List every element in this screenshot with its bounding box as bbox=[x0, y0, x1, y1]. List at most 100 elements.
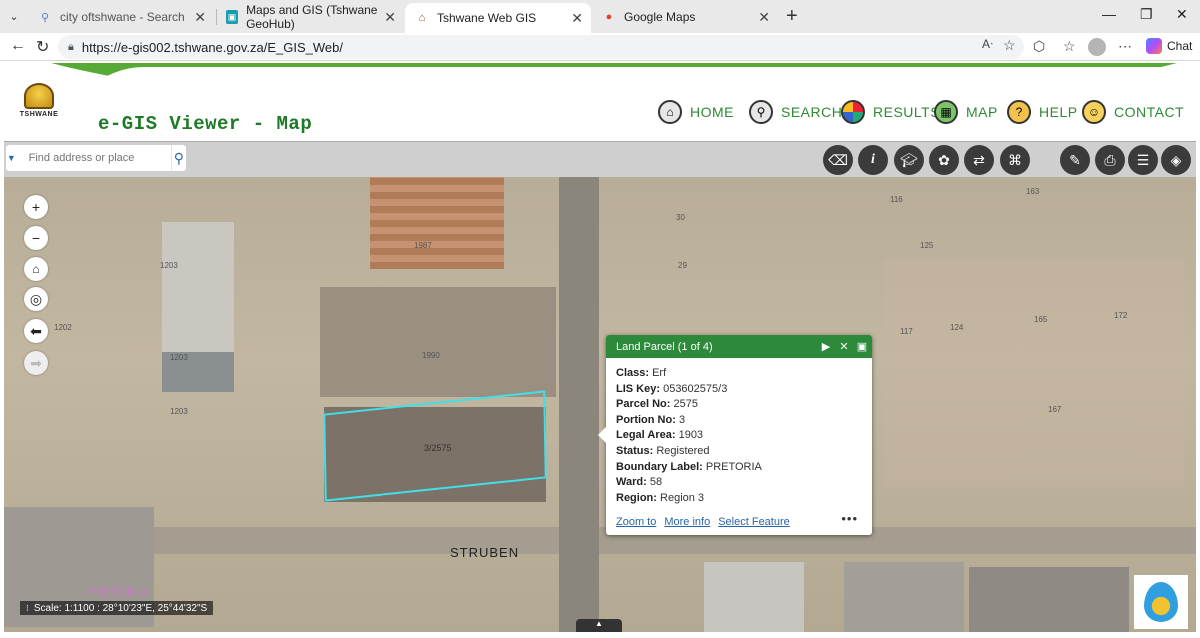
close-icon[interactable]: ✕ bbox=[194, 9, 206, 26]
water-drop-logo-icon bbox=[1144, 582, 1178, 622]
tab-tshwane-web-gis[interactable]: ⌂ Tshwane Web GIS ✕ bbox=[405, 3, 591, 33]
field-parcel-no: Parcel No: 2575 bbox=[616, 398, 698, 411]
close-icon[interactable]: ✕ bbox=[836, 340, 852, 353]
menu-label: HOME bbox=[690, 104, 734, 120]
help-icon: ? bbox=[1007, 100, 1031, 124]
field-region: Region: Region 3 bbox=[616, 491, 705, 504]
previous-extent-icon[interactable]: ⬅ bbox=[24, 319, 48, 343]
list-icon[interactable]: ☰ bbox=[1128, 145, 1158, 175]
menu-label: MAP bbox=[966, 104, 998, 120]
map-toolbar: ▼ ⚲ ⌫ i 🎓︎ ✿ ⇄ ⌘ ✎ ⎙ ☰ ◈ bbox=[4, 141, 1196, 177]
refresh-icon[interactable]: ↻ bbox=[36, 37, 49, 57]
locate-icon[interactable]: ◎ bbox=[24, 287, 48, 311]
close-window-icon[interactable]: ✕ bbox=[1176, 6, 1188, 23]
maps-pin-icon: ● bbox=[605, 11, 613, 23]
gis-corner-logo bbox=[1134, 575, 1188, 629]
search-button-icon[interactable]: ⚲ bbox=[170, 145, 186, 171]
field-class: Class: Erf bbox=[616, 367, 667, 379]
map-parcel-number: 124 bbox=[950, 323, 964, 332]
scale-coordinates-readout: ⁝ Scale: 1:1100 : 28°10'23"E, 25°44'32"S bbox=[20, 601, 214, 615]
popup-header: Land Parcel (1 of 4) ▶ ✕ ▣ bbox=[606, 335, 872, 358]
new-tab-button[interactable]: + bbox=[786, 5, 798, 28]
more-actions-icon[interactable]: ••• bbox=[841, 511, 858, 526]
close-icon[interactable]: ✕ bbox=[571, 10, 583, 27]
menu-label: SEARCH bbox=[781, 104, 843, 120]
favorites-icon[interactable]: ☆ bbox=[1063, 38, 1076, 55]
close-icon[interactable]: ✕ bbox=[758, 9, 770, 26]
url-text: https://e-gis002.tshwane.gov.za/E_GIS_We… bbox=[81, 39, 343, 55]
more-menu-icon[interactable]: ⋯ bbox=[1118, 38, 1132, 55]
menu-search[interactable]: ⚲ SEARCH bbox=[749, 99, 842, 125]
minimize-icon[interactable]: — bbox=[1102, 6, 1116, 22]
menu-contact[interactable]: ☺ CONTACT bbox=[1082, 99, 1184, 125]
address-search-input[interactable] bbox=[16, 147, 171, 169]
menu-results[interactable]: RESULTS bbox=[841, 99, 940, 125]
url-field[interactable]: 🔒︎ https://e-gis002.tshwane.gov.za/E_GIS… bbox=[58, 35, 1024, 59]
print-icon[interactable]: ⎙ bbox=[1095, 145, 1125, 175]
app-header: TSHWANE e-GIS Viewer - Map ⌂ HOME ⚲ SEAR… bbox=[4, 63, 1196, 141]
zoom-in-button[interactable]: + bbox=[24, 195, 48, 219]
map-building bbox=[844, 562, 964, 632]
menu-label: RESULTS bbox=[873, 104, 941, 120]
swap-icon[interactable]: ⇄ bbox=[964, 145, 994, 175]
restore-icon[interactable]: ❐ bbox=[1140, 6, 1153, 23]
maximize-icon[interactable]: ▣ bbox=[854, 340, 870, 353]
page-title: e-GIS Viewer - Map bbox=[98, 113, 313, 135]
map-building bbox=[704, 562, 804, 632]
site-info-icon[interactable]: 🔒︎ bbox=[68, 41, 74, 54]
palette-icon[interactable]: ✿ bbox=[929, 145, 959, 175]
layers-icon[interactable]: ◈ bbox=[1161, 145, 1191, 175]
tab-title: Google Maps bbox=[624, 10, 696, 24]
map-parcel-number: 30 bbox=[676, 213, 685, 222]
menu-home[interactable]: ⌂ HOME bbox=[658, 99, 734, 125]
search-source-dropdown-icon[interactable]: ▼ bbox=[6, 153, 17, 163]
map-parcel-number: 163 bbox=[1026, 187, 1040, 196]
zoom-to-link[interactable]: Zoom to bbox=[616, 516, 656, 528]
land-parcel-popup: Land Parcel (1 of 4) ▶ ✕ ▣ Class: Erf LI… bbox=[598, 335, 872, 535]
extensions-icon[interactable]: ⬡ bbox=[1033, 38, 1045, 55]
menu-map[interactable]: ▦ MAP bbox=[934, 99, 998, 125]
attribute-table-toggle[interactable]: ▲ bbox=[576, 619, 622, 632]
tab-list-dropdown[interactable]: ⌄ bbox=[0, 0, 28, 33]
scale-text: Scale: 1:1100 : 28°10'23"E, 25°44'32"S bbox=[33, 602, 208, 614]
logo-text: TSHWANE bbox=[19, 110, 59, 118]
map-view[interactable]: 1987 1203 1202 1203 1203 1990 29 30 163 … bbox=[4, 177, 1196, 632]
copilot-chat-button[interactable]: Chat bbox=[1146, 38, 1192, 54]
home-extent-icon[interactable]: ⌂ bbox=[24, 257, 48, 281]
field-legal-area: Legal Area: 1903 bbox=[616, 429, 704, 442]
field-lis-key: LIS Key: 053602575/3 bbox=[616, 382, 728, 395]
select-feature-link[interactable]: Select Feature bbox=[718, 516, 790, 528]
favorite-star-icon[interactable]: ☆ bbox=[1003, 37, 1016, 54]
menu-help[interactable]: ? HELP bbox=[1007, 99, 1078, 125]
info-icon[interactable]: i bbox=[858, 145, 888, 175]
contact-icon: ☺ bbox=[1082, 100, 1106, 124]
profile-avatar-icon[interactable] bbox=[1088, 38, 1106, 56]
results-icon bbox=[841, 100, 865, 124]
boundary-label: PRETORIA bbox=[86, 585, 148, 599]
tab-google-maps[interactable]: ● Google Maps ✕ bbox=[592, 4, 778, 30]
read-aloud-icon[interactable]: Aᐧ bbox=[982, 37, 993, 51]
tshwane-seal-icon bbox=[24, 82, 54, 109]
more-info-link[interactable]: More info bbox=[664, 516, 710, 528]
field-boundary-label: Boundary Label: PRETORIA bbox=[616, 460, 762, 473]
field-status: Status: Registered bbox=[616, 444, 710, 457]
map-parcel-number: 1203 bbox=[170, 353, 188, 362]
next-feature-icon[interactable]: ▶ bbox=[818, 340, 834, 353]
drag-handle-icon[interactable]: ⁝ bbox=[26, 603, 29, 614]
close-icon[interactable]: ✕ bbox=[384, 9, 396, 26]
eraser-icon[interactable]: ⌫ bbox=[823, 145, 853, 175]
map-yard bbox=[884, 257, 1184, 487]
next-extent-icon[interactable]: ➡ bbox=[24, 351, 48, 375]
popup-pointer bbox=[598, 427, 606, 443]
tab-geohub[interactable]: ▣ Maps and GIS (Tshwane GeoHub) ✕ bbox=[216, 3, 404, 31]
network-icon[interactable]: ⌘ bbox=[1000, 145, 1030, 175]
map-icon: ▦ bbox=[934, 100, 958, 124]
zoom-out-button[interactable]: − bbox=[24, 226, 48, 250]
map-parcel-number: 167 bbox=[1048, 405, 1062, 414]
measure-icon[interactable]: ✎ bbox=[1060, 145, 1090, 175]
map-parcel-number: 165 bbox=[1034, 315, 1048, 324]
graduation-cap-icon[interactable]: 🎓︎ bbox=[894, 145, 924, 175]
back-arrow-icon[interactable]: ← bbox=[10, 37, 26, 55]
tab-search[interactable]: ⚲ city oftshwane - Search ✕ bbox=[28, 4, 214, 30]
city-of-tshwane-logo[interactable]: TSHWANE bbox=[10, 75, 68, 125]
